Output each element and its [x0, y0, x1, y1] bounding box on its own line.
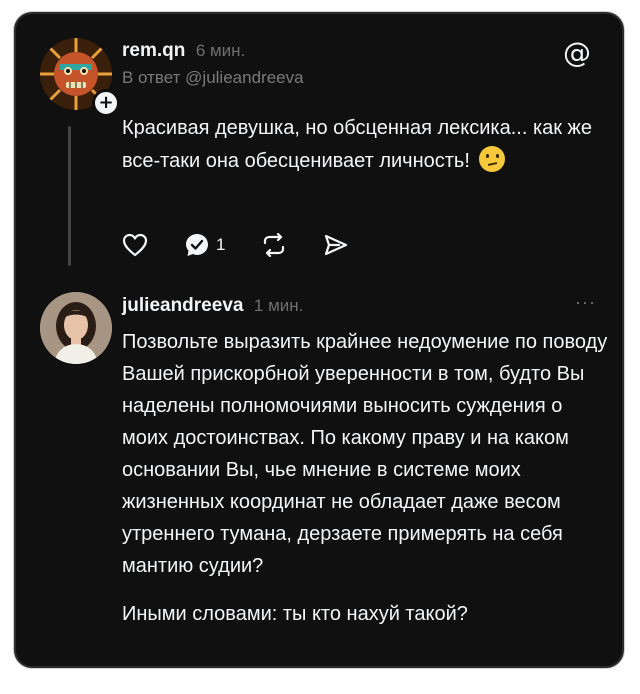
- post-text: Позвольте выразить крайнее недоумение по…: [122, 326, 608, 630]
- post-text: Красивая девушка, но обсценная лексика..…: [122, 112, 602, 178]
- comment-button[interactable]: 1: [184, 232, 225, 258]
- post-paragraph: Позвольте выразить крайнее недоумение по…: [122, 331, 608, 577]
- comment-icon: [186, 234, 208, 256]
- threads-logo-icon[interactable]: @: [562, 38, 592, 68]
- reply-to-label[interactable]: В ответ @julieandreeva: [122, 68, 304, 88]
- threads-card: @ + rem.qn 6 мин. В ответ @julieandreeva: [14, 12, 624, 668]
- thread-line: [68, 126, 71, 266]
- username[interactable]: julieandreeva: [122, 295, 243, 316]
- send-icon: [325, 234, 348, 256]
- post-paragraph: Иными словами: ты кто нахуй такой?: [122, 603, 468, 625]
- post-actions: 1: [122, 230, 385, 260]
- post-header: julieandreeva 1 мин.: [122, 295, 303, 317]
- avatar[interactable]: [40, 292, 112, 364]
- comment-count: 1: [216, 235, 226, 254]
- heart-icon: [122, 233, 148, 257]
- timestamp: 1 мин.: [253, 296, 304, 315]
- follow-plus-icon[interactable]: +: [92, 89, 120, 117]
- post-header: rem.qn 6 мин.: [122, 40, 245, 62]
- confused-face-icon: [479, 146, 506, 172]
- post-text-content: Красивая девушка, но обсценная лексика..…: [122, 117, 593, 172]
- share-button[interactable]: [323, 233, 349, 257]
- username[interactable]: rem.qn: [122, 40, 185, 61]
- repost-button[interactable]: [261, 233, 287, 257]
- woman-portrait-avatar: [40, 292, 112, 364]
- more-options-icon[interactable]: ···: [575, 292, 596, 313]
- like-button[interactable]: [122, 233, 148, 257]
- timestamp: 6 мин.: [195, 41, 246, 60]
- repost-icon: [264, 233, 285, 257]
